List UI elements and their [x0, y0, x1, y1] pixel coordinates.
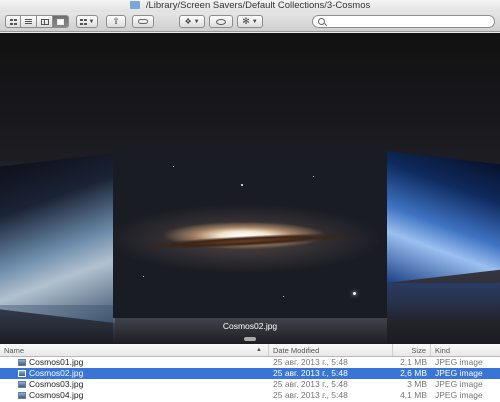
cover-flow-scroll-thumb[interactable] [244, 337, 256, 341]
table-row[interactable]: Cosmos03.jpg 25 авг. 2013 г., 5:48 3 MB … [0, 379, 500, 390]
quick-look-button[interactable] [209, 15, 233, 28]
share-button[interactable]: ⇪ [106, 15, 126, 28]
edit-tags-button[interactable] [132, 15, 154, 28]
cover-current-image[interactable] [113, 146, 387, 318]
cover-flow-icon [57, 18, 64, 25]
window-title: /Library/Screen Savers/Default Collectio… [145, 0, 371, 12]
table-row[interactable]: Cosmos01.jpg 25 авг. 2013 г., 5:48 2,1 M… [0, 357, 500, 368]
file-size: 2,1 MB [400, 357, 427, 367]
tag-icon [138, 19, 148, 24]
star [353, 292, 356, 295]
star [241, 184, 243, 186]
file-name: Cosmos03.jpg [29, 379, 84, 389]
folder-icon [129, 1, 140, 10]
star [313, 176, 314, 177]
list-view-button[interactable] [21, 15, 37, 28]
image-file-icon [18, 381, 26, 388]
eye-icon [216, 18, 226, 25]
file-date: 25 авг. 2013 г., 5:48 [273, 368, 348, 378]
file-name: Cosmos01.jpg [29, 357, 84, 367]
cover-flow-area[interactable]: Cosmos02.jpg [0, 33, 500, 344]
file-size: 3 MB [407, 379, 427, 389]
cover-reflection [386, 283, 500, 323]
file-list: Name ▲ Date Modified Size Kind Cosmos01.j… [0, 344, 500, 402]
file-size: 2,6 MB [400, 368, 427, 378]
action-button[interactable]: ✻ ▼ [237, 15, 263, 28]
cover-flow-view-button[interactable] [53, 15, 69, 28]
image-file-icon [18, 359, 26, 366]
grid-icon [9, 18, 17, 25]
title-bar: /Library/Screen Savers/Default Collectio… [0, 0, 500, 12]
chevron-down-icon: ▼ [251, 18, 258, 25]
chevron-down-icon: ▼ [193, 18, 200, 25]
file-size: 4,1 MB [400, 390, 427, 400]
file-date: 25 авг. 2013 г., 5:48 [273, 379, 348, 389]
columns-icon [40, 18, 49, 25]
column-view-button[interactable] [37, 15, 53, 28]
table-row[interactable]: Cosmos02.jpg 25 авг. 2013 г., 5:48 2,6 M… [0, 368, 500, 379]
file-date: 25 авг. 2013 г., 5:48 [273, 390, 348, 400]
view-mode-selector [5, 15, 69, 28]
star [143, 276, 144, 277]
image-file-icon [18, 370, 26, 377]
file-kind: JPEG image [435, 379, 483, 389]
file-date: 25 авг. 2013 г., 5:48 [273, 357, 348, 367]
cover-caption: Cosmos02.jpg [222, 321, 278, 331]
image-file-icon [18, 392, 26, 399]
search-input[interactable] [312, 15, 495, 28]
icon-view-button[interactable] [5, 15, 21, 28]
column-header-size[interactable]: Size [393, 344, 431, 356]
file-kind: JPEG image [435, 390, 483, 400]
column-header-kind[interactable]: Kind [431, 344, 500, 356]
dropbox-button[interactable]: ❖ ▼ [179, 15, 205, 28]
column-header-label: Name [4, 346, 25, 355]
chevron-down-icon: ▼ [88, 18, 95, 25]
star [283, 296, 284, 297]
arrange-grid-icon [79, 18, 87, 25]
file-kind: JPEG image [435, 357, 483, 367]
column-header-date[interactable]: Date Modified [269, 344, 393, 356]
column-header-name[interactable]: Name ▲ [0, 344, 269, 356]
arrange-button[interactable]: ▼ [76, 15, 98, 28]
star [173, 166, 174, 167]
file-name: Cosmos02.jpg [29, 368, 84, 378]
table-row[interactable]: Cosmos04.jpg 25 авг. 2013 г., 5:48 4,1 M… [0, 390, 500, 401]
sort-arrow-icon: ▲ [256, 347, 262, 353]
file-name: Cosmos04.jpg [29, 390, 84, 400]
cover-previous-image[interactable] [0, 153, 115, 323]
galaxy-dust-lane [137, 230, 359, 252]
dropbox-icon: ❖ [184, 17, 192, 26]
list-header: Name ▲ Date Modified Size Kind [0, 344, 500, 357]
cover-reflection [0, 305, 115, 344]
cover-next-image[interactable] [386, 151, 500, 283]
share-icon: ⇪ [112, 16, 120, 26]
file-kind: JPEG image [435, 368, 483, 378]
list-icon [25, 18, 32, 25]
gear-icon: ✻ [242, 16, 250, 26]
search-icon [318, 18, 325, 25]
